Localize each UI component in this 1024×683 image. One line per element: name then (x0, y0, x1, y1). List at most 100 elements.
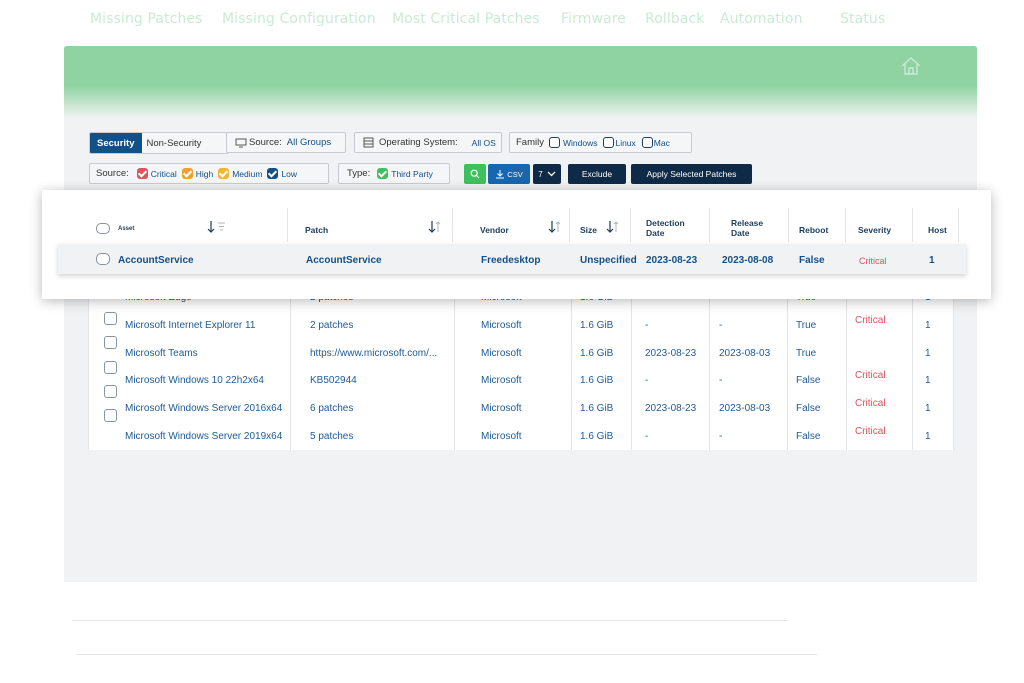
row-size: 1.6 GiB (580, 431, 614, 442)
row-severity: Critical (855, 370, 886, 381)
high-checkbox[interactable] (181, 168, 193, 179)
non-security-option[interactable]: Non-Security (142, 133, 229, 153)
sort-icon[interactable] (428, 220, 442, 234)
critical-checkbox[interactable] (136, 168, 148, 179)
windows-label: Windows (562, 137, 598, 148)
header-detection-date[interactable]: Detection Date (646, 218, 685, 238)
page-size-value: 7 (538, 169, 543, 179)
row-patch: 5 patches (310, 431, 354, 442)
row-asset[interactable]: Microsoft Windows Server 2016x64 (125, 403, 282, 414)
row-host: 1 (925, 375, 931, 386)
header-divider (452, 208, 453, 242)
selected-size: Unspecified (580, 255, 637, 266)
sort-filter-icon[interactable] (206, 220, 228, 234)
selected-asset[interactable]: AccountService (118, 255, 194, 266)
table-row[interactable]: Microsoft Windows 10 22h2x64 KB502944 Mi… (88, 366, 954, 394)
third-party-checkbox[interactable] (377, 168, 389, 179)
row-release-date: - (719, 320, 723, 331)
type-filter[interactable]: Type: Third Party (338, 163, 450, 184)
tab-rollback[interactable]: Rollback (645, 11, 705, 27)
row-host: 1 (925, 320, 931, 331)
header-vendor[interactable]: Vendor (480, 225, 509, 235)
selected-severity: Critical (859, 256, 887, 266)
sort-icon[interactable] (548, 220, 562, 234)
os-value: All OS (471, 137, 496, 148)
header-severity[interactable]: Severity (858, 225, 891, 235)
page-size-select[interactable]: 7 (533, 164, 561, 184)
row-severity: Critical (855, 426, 886, 437)
tab-missing-patches[interactable]: Missing Patches (90, 11, 203, 27)
row-patch: KB502944 (310, 375, 357, 386)
table-row[interactable]: Microsoft Teams https://www.microsoft.co… (88, 339, 954, 367)
row-asset[interactable]: Microsoft Internet Explorer 11 (125, 320, 255, 331)
tab-status[interactable]: Status (840, 11, 885, 27)
header-divider (912, 208, 913, 242)
medium-checkbox[interactable] (218, 168, 230, 179)
mac-label: Mac (653, 137, 670, 148)
header-size[interactable]: Size (580, 225, 597, 235)
row-vendor: Microsoft (481, 375, 522, 386)
high-label: High (195, 168, 214, 179)
row-reboot: False (796, 431, 821, 442)
nav-fade (64, 86, 977, 118)
search-button[interactable] (464, 164, 486, 184)
row-detection-date: 2023-08-23 (645, 403, 697, 414)
download-icon (496, 170, 505, 179)
selected-row-checkbox[interactable] (96, 253, 110, 265)
severity-source-label: Source: (96, 168, 129, 179)
row-release-date: - (719, 375, 723, 386)
divider (76, 654, 818, 655)
mac-checkbox[interactable] (641, 137, 653, 148)
tab-firmware[interactable]: Firmware (561, 11, 626, 27)
table-row[interactable]: Microsoft Windows Server 2019x64 5 patch… (88, 422, 954, 450)
tab-automation[interactable]: Automation (720, 11, 803, 27)
row-reboot: True (796, 320, 817, 331)
row-asset[interactable]: Microsoft Windows 10 22h2x64 (125, 375, 264, 386)
select-all-checkbox[interactable] (96, 223, 110, 234)
security-toggle[interactable]: Security Non-Security (89, 132, 230, 154)
table-row[interactable]: Microsoft Windows Server 2016x64 6 patch… (88, 394, 954, 422)
source-group-select[interactable]: Source: All Groups (226, 132, 346, 153)
search-icon (470, 169, 480, 179)
selected-patch[interactable]: AccountService (306, 255, 382, 266)
selected-release-date: 2023-08-08 (722, 255, 774, 266)
header-asset[interactable]: Asset (118, 224, 134, 234)
security-option[interactable]: Security (90, 133, 142, 153)
selected-vendor: Freedesktop (481, 255, 541, 266)
row-asset[interactable]: Microsoft Windows Server 2019x64 (125, 431, 282, 442)
row-vendor: Microsoft (481, 431, 522, 442)
server-icon (363, 137, 374, 148)
row-vendor: Microsoft (481, 348, 522, 359)
linux-checkbox[interactable] (603, 137, 615, 148)
low-checkbox[interactable] (267, 168, 279, 179)
family-label: Family (516, 137, 544, 148)
table-row[interactable]: Microsoft Internet Explorer 11 2 patches… (88, 311, 954, 339)
row-reboot: False (796, 403, 821, 414)
header-detection-line1: Detection (646, 218, 685, 228)
header-patch[interactable]: Patch (305, 225, 328, 235)
home-icon[interactable] (900, 56, 922, 76)
row-patch: 6 patches (310, 403, 354, 414)
row-detection-date: - (645, 375, 649, 386)
header-host[interactable]: Host (928, 225, 947, 235)
tab-missing-configuration[interactable]: Missing Configuration (222, 11, 376, 27)
apply-patches-button[interactable]: Apply Selected Patches (631, 164, 752, 184)
header-divider (709, 208, 710, 242)
header-release-date[interactable]: Release Date (731, 218, 763, 238)
row-asset[interactable]: Microsoft Teams (125, 348, 198, 359)
source-value: All Groups (286, 137, 332, 148)
tab-most-critical-patches[interactable]: Most Critical Patches (392, 11, 540, 27)
header-divider (845, 208, 846, 242)
exclude-button[interactable]: Exclude (568, 164, 626, 184)
row-release-date: - (719, 431, 723, 442)
row-size: 1.6 GiB (580, 320, 614, 331)
row-size: 1.6 GiB (580, 403, 614, 414)
type-label: Type: (347, 168, 371, 179)
os-select[interactable]: Operating System: All OS (354, 132, 502, 153)
header-reboot[interactable]: Reboot (799, 225, 828, 235)
row-patch[interactable]: https://www.microsoft.com/... (310, 348, 437, 359)
windows-checkbox[interactable] (548, 137, 560, 148)
sort-icon[interactable] (606, 220, 620, 234)
csv-download-button[interactable]: CSV (488, 164, 530, 184)
row-reboot: True (796, 348, 817, 359)
